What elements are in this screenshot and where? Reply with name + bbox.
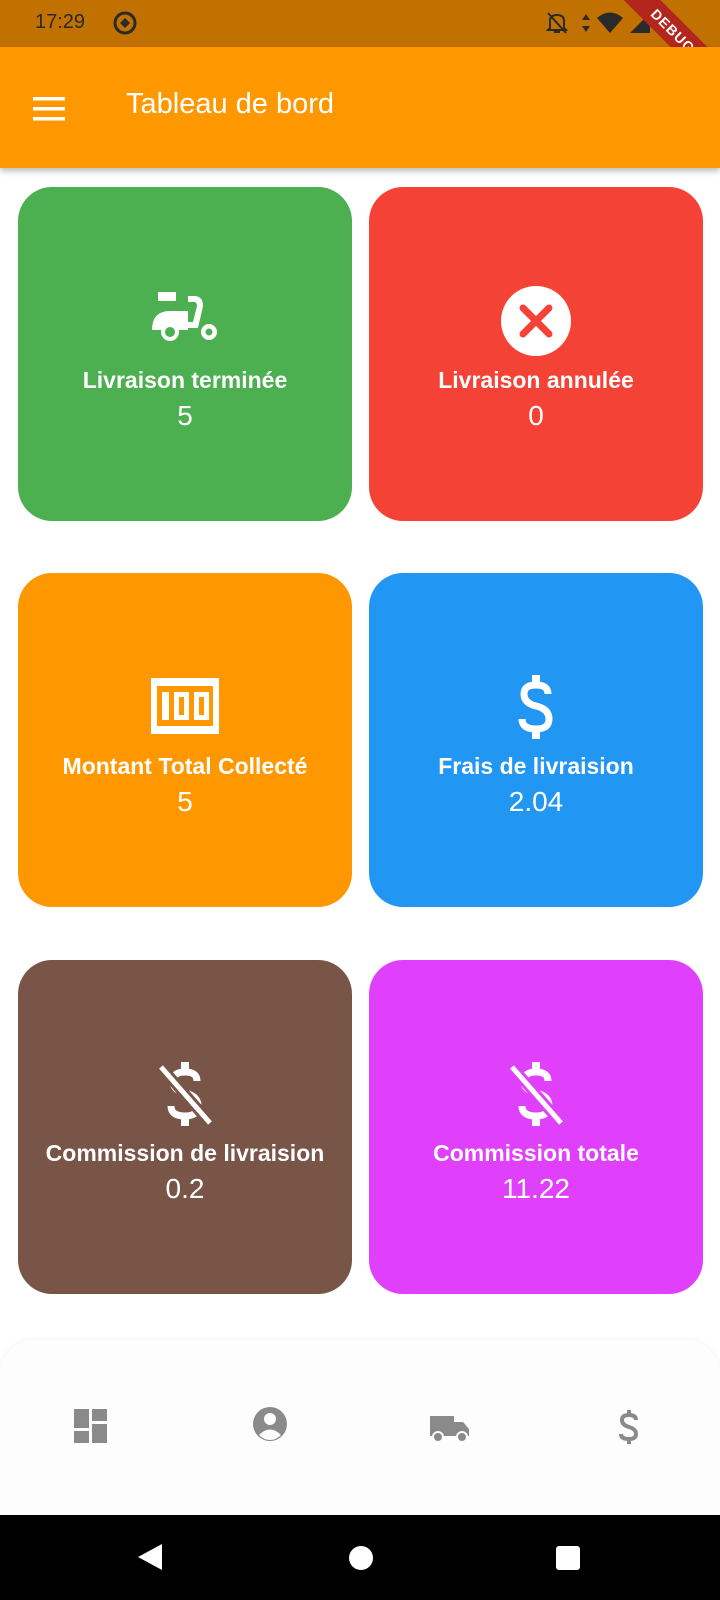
card-value: 5: [177, 400, 193, 431]
money-off-icon: [369, 1057, 703, 1131]
moped-icon: [18, 284, 352, 358]
card-total-collected[interactable]: Montant Total Collecté 5: [18, 573, 352, 907]
cancel-icon: [369, 284, 703, 358]
card-delivery-cancelled[interactable]: Livraison annulée 0: [369, 187, 703, 521]
page-title: Tableau de bord: [126, 88, 334, 120]
money-100-icon: [18, 670, 352, 744]
card-delivery-fees[interactable]: Frais de livraision 2.04: [369, 573, 703, 907]
money-off-icon: [18, 1057, 352, 1131]
card-delivery-completed[interactable]: Livraison terminée 5: [18, 187, 352, 521]
system-navigation-bar: [0, 1515, 720, 1600]
recents-icon[interactable]: [555, 1545, 581, 1576]
status-time: 17:29: [35, 11, 86, 33]
status-bar: 17:29 DEBUG: [0, 0, 720, 101]
card-title: Montant Total Collecté: [62, 753, 308, 779]
card-title: Livraison annulée: [438, 367, 634, 393]
wifi-icon: [596, 10, 624, 41]
nav-account-circle-icon[interactable]: [246, 1402, 294, 1450]
dollar-icon: [369, 670, 703, 744]
card-title: Commission de livraision: [45, 1140, 325, 1166]
card-title: Livraison terminée: [82, 367, 288, 393]
bell-off-icon: [545, 10, 569, 41]
card-value: 0: [528, 400, 544, 431]
card-value: 5: [177, 786, 193, 817]
card-total-commission[interactable]: Commission totale 11.22: [369, 960, 703, 1294]
card-value: 11.22: [502, 1173, 570, 1204]
menu-icon[interactable]: [31, 95, 67, 123]
nav-truck-icon[interactable]: [426, 1402, 474, 1450]
card-title: Frais de livraision: [438, 753, 634, 779]
nav-dashboard-icon[interactable]: [67, 1402, 115, 1450]
home-icon[interactable]: [348, 1545, 374, 1576]
card-value: 2.04: [508, 786, 564, 817]
nav-dollar-icon[interactable]: [605, 1402, 653, 1450]
card-value: 0.2: [165, 1173, 205, 1204]
card-title: Commission totale: [433, 1140, 639, 1166]
sync-icon: [112, 10, 138, 41]
back-icon[interactable]: [136, 1542, 164, 1577]
app-bar: Tableau de bord: [0, 47, 720, 168]
bottom-navigation: [0, 1340, 720, 1515]
card-delivery-commission[interactable]: Commission de livraision 0.2: [18, 960, 352, 1294]
data-arrows-icon: [580, 10, 592, 41]
